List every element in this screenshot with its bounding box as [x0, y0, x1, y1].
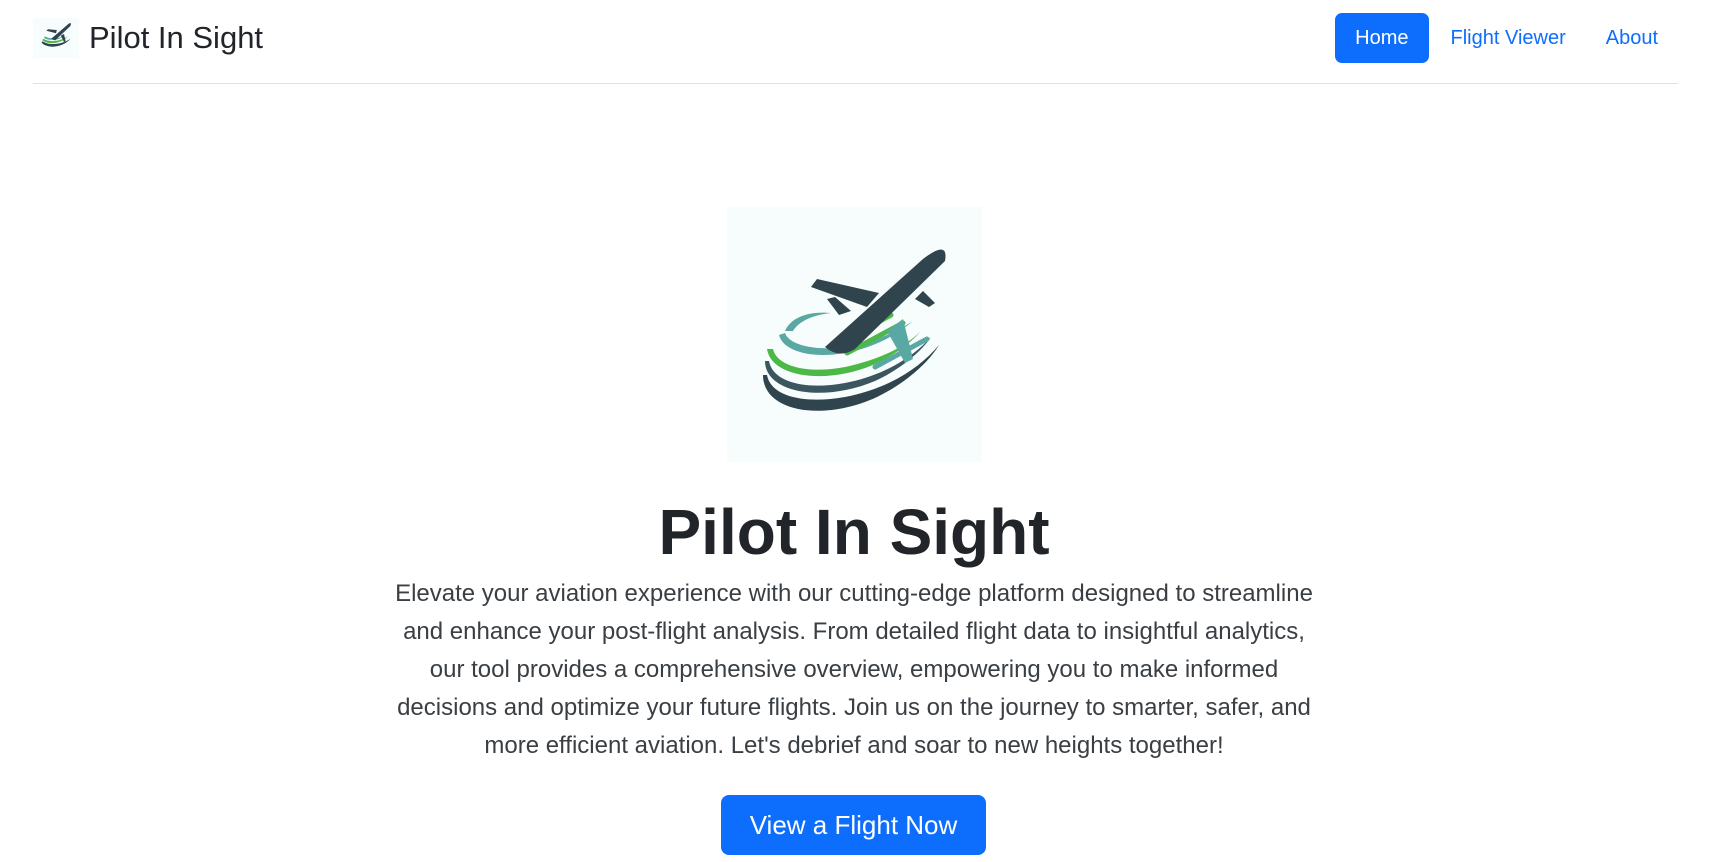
view-flight-button[interactable]: View a Flight Now: [721, 795, 986, 855]
hero-title: Pilot In Sight: [658, 496, 1050, 568]
nav-about[interactable]: About: [1586, 13, 1678, 63]
nav-home[interactable]: Home: [1335, 13, 1429, 63]
nav-flight-viewer[interactable]: Flight Viewer: [1431, 13, 1586, 63]
airplane-logo-icon: [33, 18, 79, 58]
brand-name: Pilot In Sight: [89, 20, 264, 55]
nav-links: Home Flight Viewer About: [1335, 13, 1678, 63]
airplane-logo-icon: [727, 207, 982, 462]
hero-description: Elevate your aviation experience with ou…: [395, 580, 1313, 759]
navbar: Pilot In Sight Home Flight Viewer About: [33, 0, 1678, 84]
brand-link[interactable]: Pilot In Sight: [33, 18, 263, 58]
